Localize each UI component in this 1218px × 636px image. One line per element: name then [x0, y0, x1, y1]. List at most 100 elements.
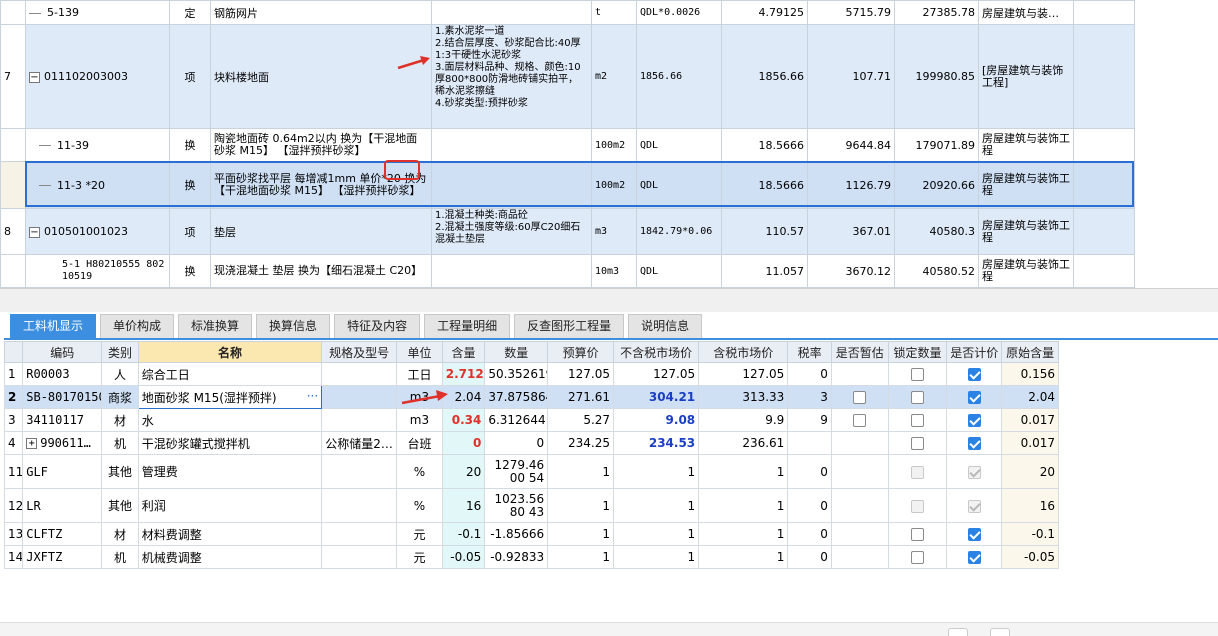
unit-cell[interactable]: m3	[396, 408, 443, 432]
locked-cell[interactable]	[887, 545, 948, 569]
category-cell[interactable]: 商浆	[101, 385, 139, 409]
content-cell[interactable]: 16	[441, 488, 486, 523]
col-header-market[interactable]: 不含税市场价	[613, 341, 700, 363]
market-cell[interactable]: 1	[613, 522, 700, 546]
category-cell[interactable]: 材	[101, 408, 139, 432]
market-tax-cell[interactable]: 9.9	[698, 408, 789, 432]
tab-notes[interactable]: 说明信息	[628, 314, 703, 338]
rate-cell[interactable]: 0	[787, 488, 832, 523]
quantity-cell[interactable]: 50.352619	[484, 362, 549, 386]
name-cell[interactable]: 平面砂浆找平层 每增减1mm 单价*20 换为【干混地面砂浆 M15】 【湿拌预…	[210, 161, 432, 209]
table-row[interactable]: 1 R00003 人 综合工日 工日 2.712 50.352619 127.0…	[3, 362, 1059, 386]
unit-cell[interactable]: %	[396, 454, 443, 489]
col-header-category[interactable]: 类别	[101, 341, 139, 363]
name-cell[interactable]: 材料费调整	[137, 522, 323, 546]
table-row[interactable]: 12 LR 其他 利润 % 16 1023.5680 43 1 1 1 0 16	[3, 488, 1059, 523]
type-cell[interactable]: 项	[169, 208, 211, 255]
checkbox-checked-icon[interactable]	[967, 437, 981, 450]
checkbox-icon[interactable]	[911, 528, 925, 541]
minus-box-icon[interactable]: −	[29, 226, 40, 238]
col-header-rate[interactable]: 税率	[787, 341, 832, 363]
rate-cell[interactable]	[787, 431, 832, 455]
plus-box-icon[interactable]: +	[26, 438, 38, 449]
price-cell[interactable]: 1126.79	[807, 161, 895, 209]
code-cell[interactable]: SB-80170150	[22, 385, 103, 409]
col-header-code[interactable]: 编码	[22, 341, 103, 363]
quantity-cell[interactable]: 1023.5680 43	[484, 488, 549, 523]
checkbox-checked-icon[interactable]	[967, 391, 981, 404]
category-cell[interactable]: 其他	[101, 488, 139, 523]
rate-cell[interactable]: 0	[787, 522, 832, 546]
quantity-cell[interactable]: -1.85666	[484, 522, 549, 546]
major-cell[interactable]: 房屋建筑与装饰工程	[978, 208, 1074, 255]
qty-cell[interactable]: 11.057	[721, 254, 808, 288]
unit-cell[interactable]: 工日	[396, 362, 443, 386]
name-input[interactable]: 地面砂浆 M15(湿拌预拌) ···	[137, 385, 323, 409]
unit-cell[interactable]: 10m3	[591, 254, 637, 288]
price-cell[interactable]: 107.71	[807, 24, 895, 129]
type-cell[interactable]: 项	[169, 24, 211, 129]
category-cell[interactable]: 材	[101, 522, 139, 546]
market-cell[interactable]: 9.08	[613, 408, 700, 432]
price-cell[interactable]: 3670.12	[807, 254, 895, 288]
quantity-cell[interactable]: 0	[484, 431, 549, 455]
feature-cell[interactable]: 1.混凝土种类:商品砼 2.混凝土强度等级:60厚C20细石混凝土垫层	[431, 208, 592, 255]
table-row-selected[interactable]: 2 SB-80170150 商浆 地面砂浆 M15(湿拌预拌) ··· m3 2.…	[3, 385, 1059, 409]
spec-cell[interactable]	[321, 408, 398, 432]
table-row[interactable]: 11 GLF 其他 管理费 % 20 1279.4600 54 1 1 1 0 …	[3, 454, 1059, 489]
unit-cell[interactable]: 台班	[396, 431, 443, 455]
name-cell[interactable]: 垫层	[210, 208, 432, 255]
table-row[interactable]: 8 −010501001023 项 垫层 1.混凝土种类:商品砼 2.混凝土强度…	[0, 208, 1155, 255]
unit-cell[interactable]: 元	[396, 522, 443, 546]
checkbox-icon[interactable]	[911, 551, 925, 564]
code-cell[interactable]: JXFTZ	[22, 545, 103, 569]
col-header-locked[interactable]: 锁定数量	[887, 341, 948, 363]
content-cell[interactable]: -0.1	[441, 522, 486, 546]
name-cell[interactable]: 块料楼地面	[210, 24, 432, 129]
price-cell[interactable]: 5715.79	[807, 0, 895, 25]
checkbox-icon[interactable]	[853, 414, 867, 427]
market-tax-cell[interactable]: 236.61	[698, 431, 789, 455]
tab-unit-price-composition[interactable]: 单价构成	[100, 314, 175, 338]
code-cell[interactable]: GLF	[22, 454, 103, 489]
spec-cell[interactable]: 公称储量2…	[321, 431, 398, 455]
code-cell[interactable]: −010501001023	[25, 208, 170, 255]
market-tax-cell[interactable]: 1	[698, 522, 789, 546]
col-header-quantity[interactable]: 数量	[484, 341, 549, 363]
market-cell[interactable]: 234.53	[613, 431, 700, 455]
unit-cell[interactable]: 元	[396, 545, 443, 569]
expr-cell[interactable]: QDL*0.0026	[636, 0, 722, 25]
unit-cell[interactable]: 100m2	[591, 128, 637, 162]
content-cell[interactable]: 0	[441, 431, 486, 455]
market-cell[interactable]: 1	[613, 488, 700, 523]
col-header-original[interactable]: 原始含量	[1001, 341, 1059, 363]
major-cell[interactable]: 房屋建筑与装饰工程	[978, 161, 1074, 209]
content-cell[interactable]: 0.34	[441, 408, 486, 432]
content-cell[interactable]: 20	[441, 454, 486, 489]
minus-box-icon[interactable]: −	[29, 71, 40, 83]
col-header-estimated[interactable]: 是否暂估	[830, 341, 889, 363]
expr-cell[interactable]: 1856.66	[636, 24, 722, 129]
content-cell[interactable]: 2.712	[441, 362, 486, 386]
market-tax-cell[interactable]: 1	[698, 488, 789, 523]
priced-cell[interactable]	[946, 545, 1003, 569]
col-header-priced[interactable]: 是否计价	[946, 341, 1003, 363]
major-cell[interactable]: 房屋建筑与装饰工程	[978, 254, 1074, 288]
unit-cell[interactable]: %	[396, 488, 443, 523]
checkbox-icon[interactable]	[911, 437, 925, 450]
name-cell[interactable]: 管理费	[137, 454, 323, 489]
expr-cell[interactable]: 1842.79*0.06	[636, 208, 722, 255]
priced-cell[interactable]	[946, 408, 1003, 432]
ellipsis-icon[interactable]: ···	[307, 389, 318, 403]
expr-cell[interactable]: QDL	[636, 128, 722, 162]
checkbox-checked-icon[interactable]	[967, 414, 981, 427]
name-cell[interactable]: 综合工日	[137, 362, 323, 386]
price-cell[interactable]: 9644.84	[807, 128, 895, 162]
type-cell[interactable]: 换	[169, 254, 211, 288]
estimated-cell[interactable]	[830, 408, 889, 432]
tab-labor-material-machine[interactable]: 工料机显示	[10, 314, 97, 338]
market-tax-cell[interactable]: 1	[698, 545, 789, 569]
checkbox-icon[interactable]	[911, 391, 925, 404]
quantity-cell[interactable]: 6.312644	[484, 408, 549, 432]
type-cell[interactable]: 换	[169, 128, 211, 162]
